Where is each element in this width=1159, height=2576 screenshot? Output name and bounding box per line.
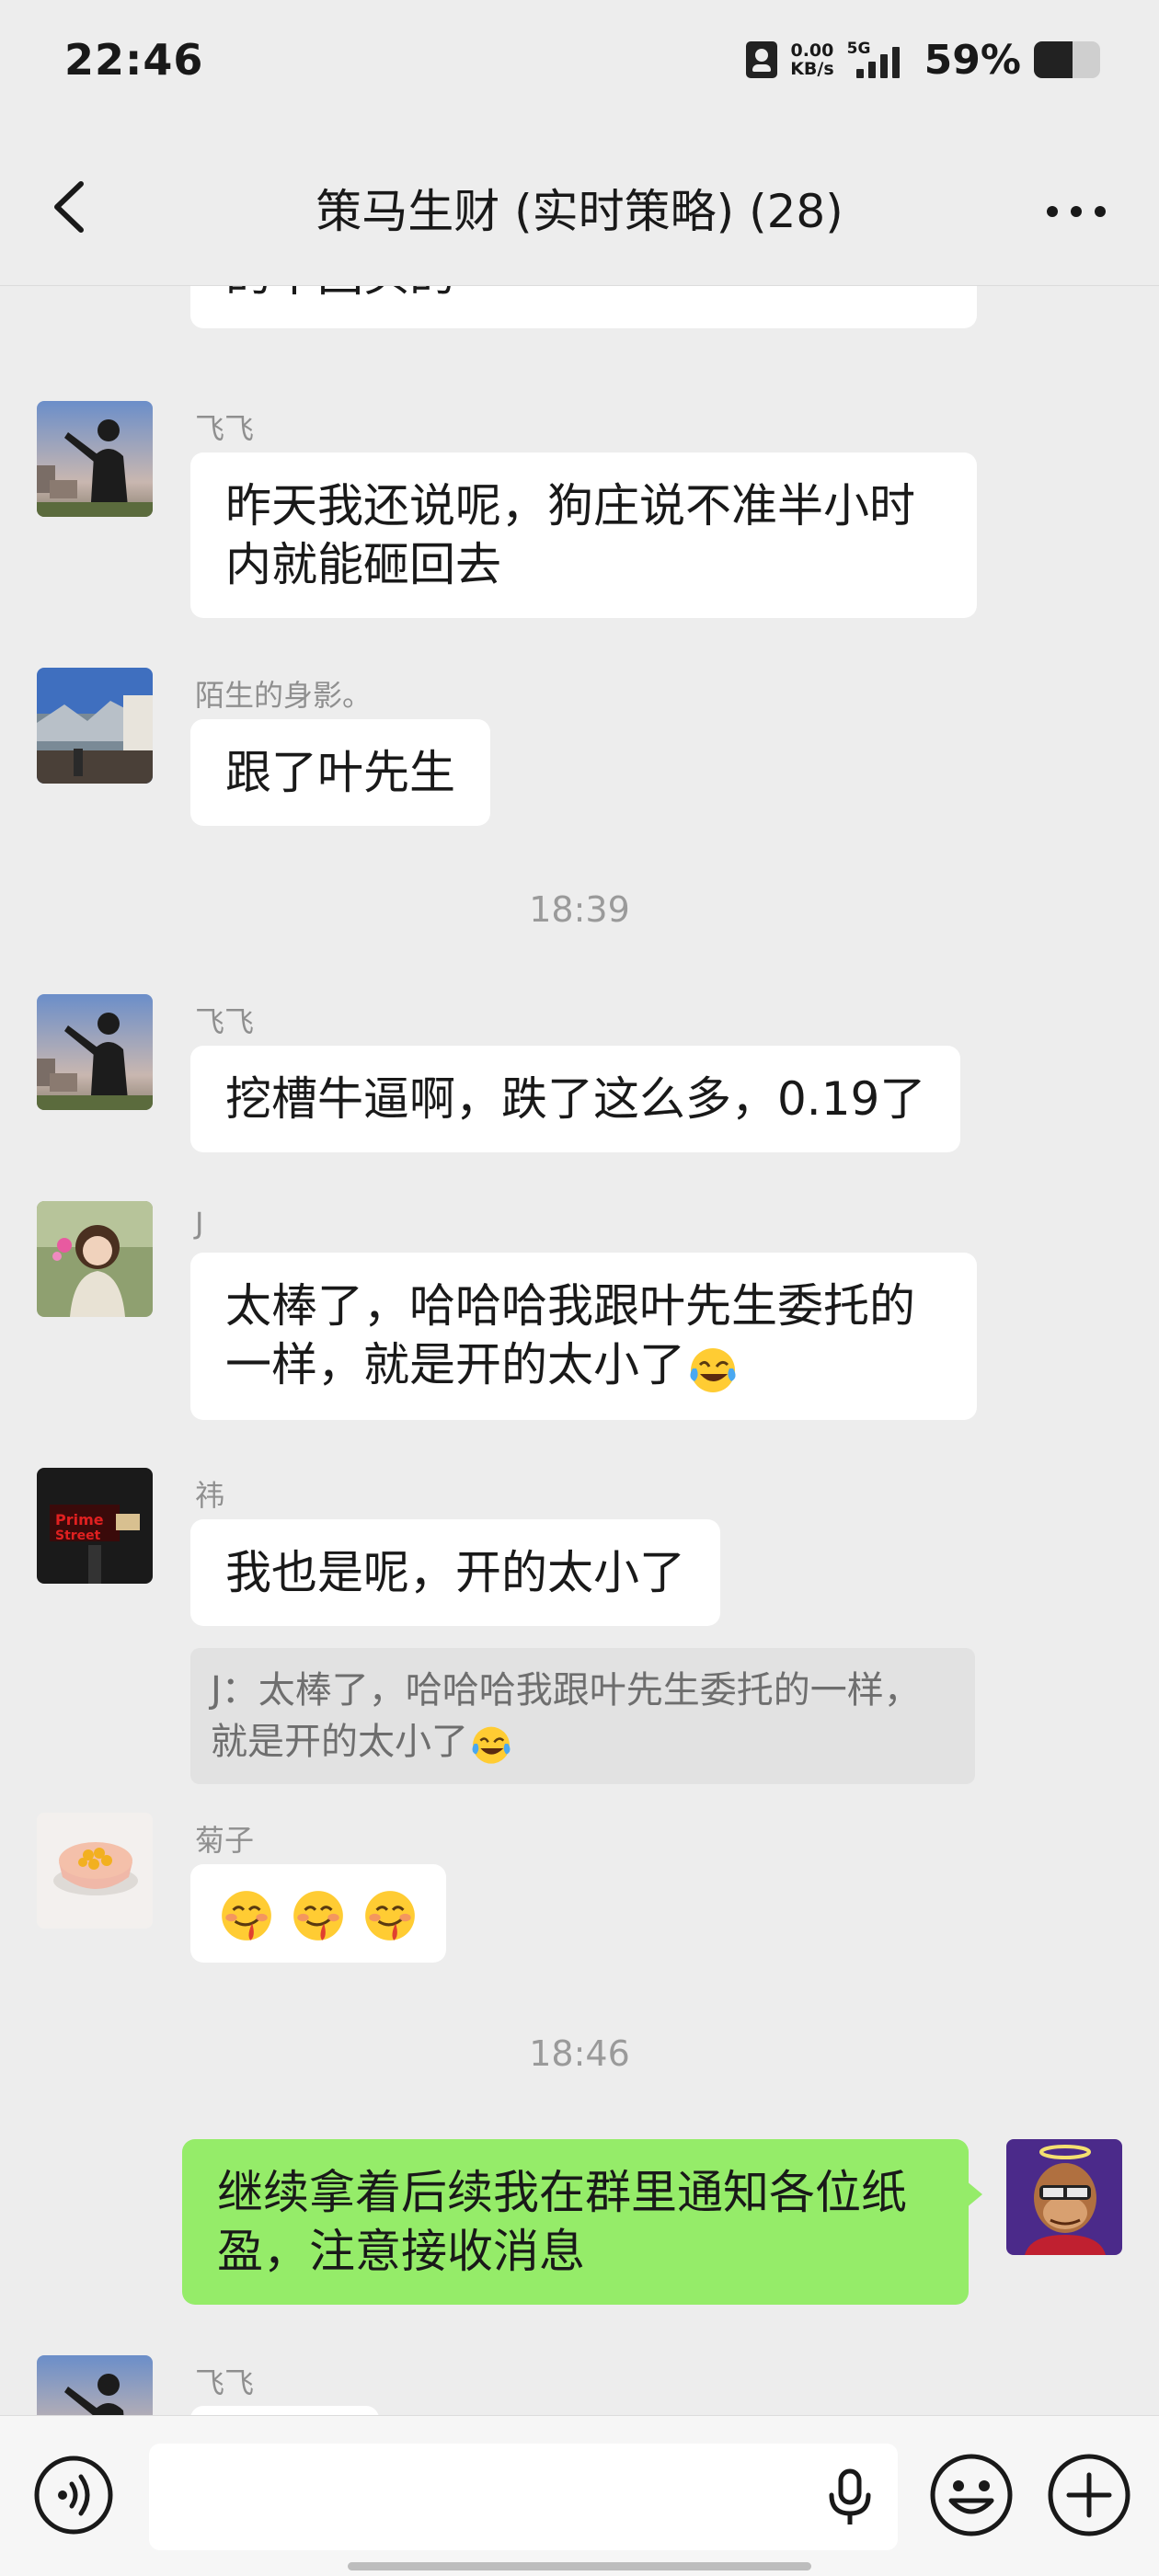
quoted-message[interactable]: J：太棒了，哈哈哈我跟叶先生委托的一样，就是开的太小了 — [190, 1648, 975, 1784]
avatar[interactable]: Prime Street — [37, 1468, 153, 1584]
more-button[interactable] — [1039, 184, 1113, 239]
status-bar: 22:46 0.00 KB/s 5G 59% — [0, 0, 1159, 129]
drooling-face-emoji-icon — [293, 1890, 343, 1941]
message-text: 太棒了，哈哈哈我跟叶先生委托的一样，就是开的太小了 — [225, 1279, 915, 1391]
message-bubble[interactable]: 我也是呢，开的太小了 — [190, 1519, 720, 1626]
battery-percent: 59% — [924, 36, 1021, 84]
message-bubble[interactable]: 的不回头的 — [190, 286, 977, 328]
avatar[interactable] — [37, 994, 153, 1110]
battery-icon — [1034, 41, 1100, 78]
self-avatar[interactable] — [1006, 2139, 1122, 2255]
status-time: 22:46 — [64, 35, 204, 85]
message-bubble-self[interactable]: 继续拿着后续我在群里通知各位纸盈，注意接收消息 — [182, 2139, 969, 2305]
voice-mode-button[interactable] — [31, 2453, 116, 2537]
avatar[interactable] — [37, 2355, 153, 2415]
signal-icon: 5G — [847, 40, 912, 80]
message-bubble[interactable]: 昨天我还说呢，狗庄说不准半小时内就能砸回去 — [190, 452, 977, 618]
chat-title: 策马生财 (实时策略) (28) — [316, 185, 843, 238]
net-speed-unit: KB/s — [790, 59, 834, 79]
message-bubble[interactable]: 挖槽牛逼啊，跌了这么多，0.19了 — [190, 1046, 961, 1152]
microphone-icon — [829, 2468, 871, 2524]
sender-name: 陌生的身影。 — [195, 678, 373, 713]
message-bubble[interactable] — [190, 2406, 379, 2415]
quoted-text: J：太棒了，哈哈哈我跟叶先生委托的一样，就是开的太小了 — [211, 1669, 921, 1763]
message-bubble[interactable]: 跟了叶先生 — [190, 719, 490, 826]
avatar[interactable] — [37, 668, 153, 784]
sender-name: 飞飞 — [195, 411, 255, 446]
net-speed: 0.00 KB/s — [790, 41, 833, 78]
svg-text:Street: Street — [55, 1528, 101, 1543]
message-bubble[interactable] — [190, 1864, 446, 1963]
sender-name: J — [195, 1206, 204, 1241]
voice-input-button[interactable] — [824, 2467, 876, 2526]
laughing-crying-emoji-icon — [472, 1726, 511, 1764]
laughing-crying-emoji-icon — [690, 1347, 736, 1392]
emoji-button[interactable] — [927, 2451, 1016, 2539]
contact-card-icon — [746, 41, 778, 78]
sender-name: 菊子 — [195, 1823, 255, 1858]
drooling-face-emoji-icon — [364, 1890, 415, 1941]
battery-fill — [1034, 41, 1073, 78]
message-timestamp: 18:46 — [529, 2033, 630, 2074]
message-input-bar — [0, 2415, 1159, 2576]
voice-mode-icon — [34, 2456, 113, 2535]
message-list[interactable]: 的不回头的 飞飞 昨天我还说呢，狗庄说不准半小时内就能砸回去 陌生的身影。 跟了… — [0, 286, 1159, 2415]
drooling-face-emoji-icon — [222, 1890, 271, 1941]
sender-name: 飞飞 — [195, 1004, 255, 1039]
sender-name: 飞飞 — [195, 2365, 255, 2400]
net-speed-value: 0.00 — [790, 40, 834, 61]
home-indicator[interactable] — [348, 2562, 811, 2570]
avatar[interactable] — [37, 1201, 153, 1317]
more-functions-button[interactable] — [1045, 2451, 1133, 2539]
avatar[interactable] — [37, 1813, 153, 1929]
more-horizontal-icon — [1047, 206, 1106, 217]
svg-text:Prime: Prime — [55, 1511, 104, 1528]
bubble-tail — [966, 2181, 982, 2208]
emoji-smile-icon — [930, 2454, 1013, 2536]
message-timestamp: 18:39 — [529, 889, 630, 930]
plus-circle-icon — [1048, 2454, 1130, 2536]
sender-name: 祎 — [195, 1478, 225, 1513]
message-bubble[interactable]: 太棒了，哈哈哈我跟叶先生委托的一样，就是开的太小了 — [190, 1253, 977, 1420]
status-icons: 0.00 KB/s 5G 59% — [746, 36, 1100, 84]
avatar[interactable] — [37, 401, 153, 517]
message-input[interactable] — [149, 2444, 898, 2550]
chat-header: 策马生财 (实时策略) (28) — [0, 129, 1159, 286]
